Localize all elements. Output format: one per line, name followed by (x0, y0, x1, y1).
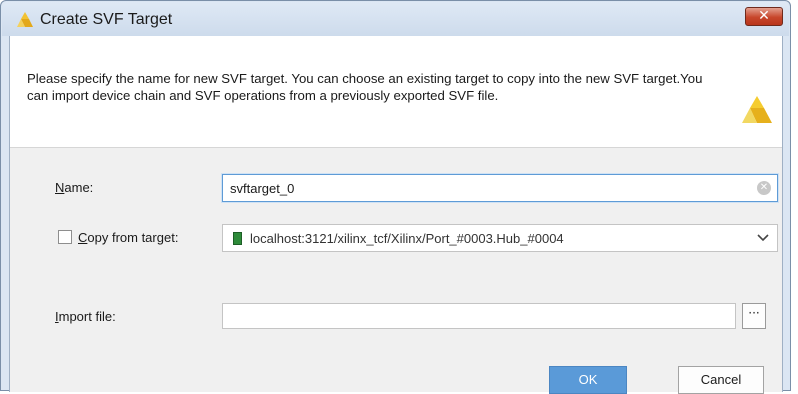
cancel-button[interactable]: Cancel (678, 366, 764, 394)
close-button[interactable]: ✕ (745, 7, 783, 26)
target-select[interactable]: localhost:3121/xilinx_tcf/Xilinx/Port_#0… (222, 224, 778, 252)
description-panel: Please specify the name for new SVF targ… (10, 36, 782, 148)
dialog-content: Please specify the name for new SVF targ… (9, 36, 783, 394)
import-file-input[interactable] (222, 303, 736, 329)
import-file-label: Import file: (55, 309, 116, 324)
hardware-target-icon (233, 232, 242, 245)
chevron-down-icon[interactable] (757, 233, 769, 243)
target-select-value: localhost:3121/xilinx_tcf/Xilinx/Port_#0… (250, 231, 564, 246)
copy-from-target-checkbox[interactable] (58, 230, 72, 244)
dialog-window: Create SVF Target ✕ Please specify the n… (0, 0, 791, 394)
description-text: Please specify the name for new SVF targ… (27, 71, 703, 103)
title-bar[interactable]: Create SVF Target ✕ (2, 2, 789, 36)
screen: Create SVF Target ✕ Please specify the n… (0, 0, 798, 394)
clear-icon[interactable]: ✕ (757, 181, 771, 195)
window-title: Create SVF Target (40, 11, 173, 28)
xilinx-logo-icon (17, 12, 33, 27)
xilinx-logo-icon (742, 96, 772, 123)
ok-button[interactable]: OK (549, 366, 627, 394)
copy-from-target-label[interactable]: Copy from target: (78, 230, 178, 245)
browse-button[interactable]: ··· (742, 303, 766, 329)
close-icon: ✕ (758, 8, 770, 24)
name-label: Name: (55, 180, 94, 195)
name-input[interactable]: svftarget_0 ✕ (222, 174, 778, 202)
name-input-value: svftarget_0 (230, 181, 295, 196)
